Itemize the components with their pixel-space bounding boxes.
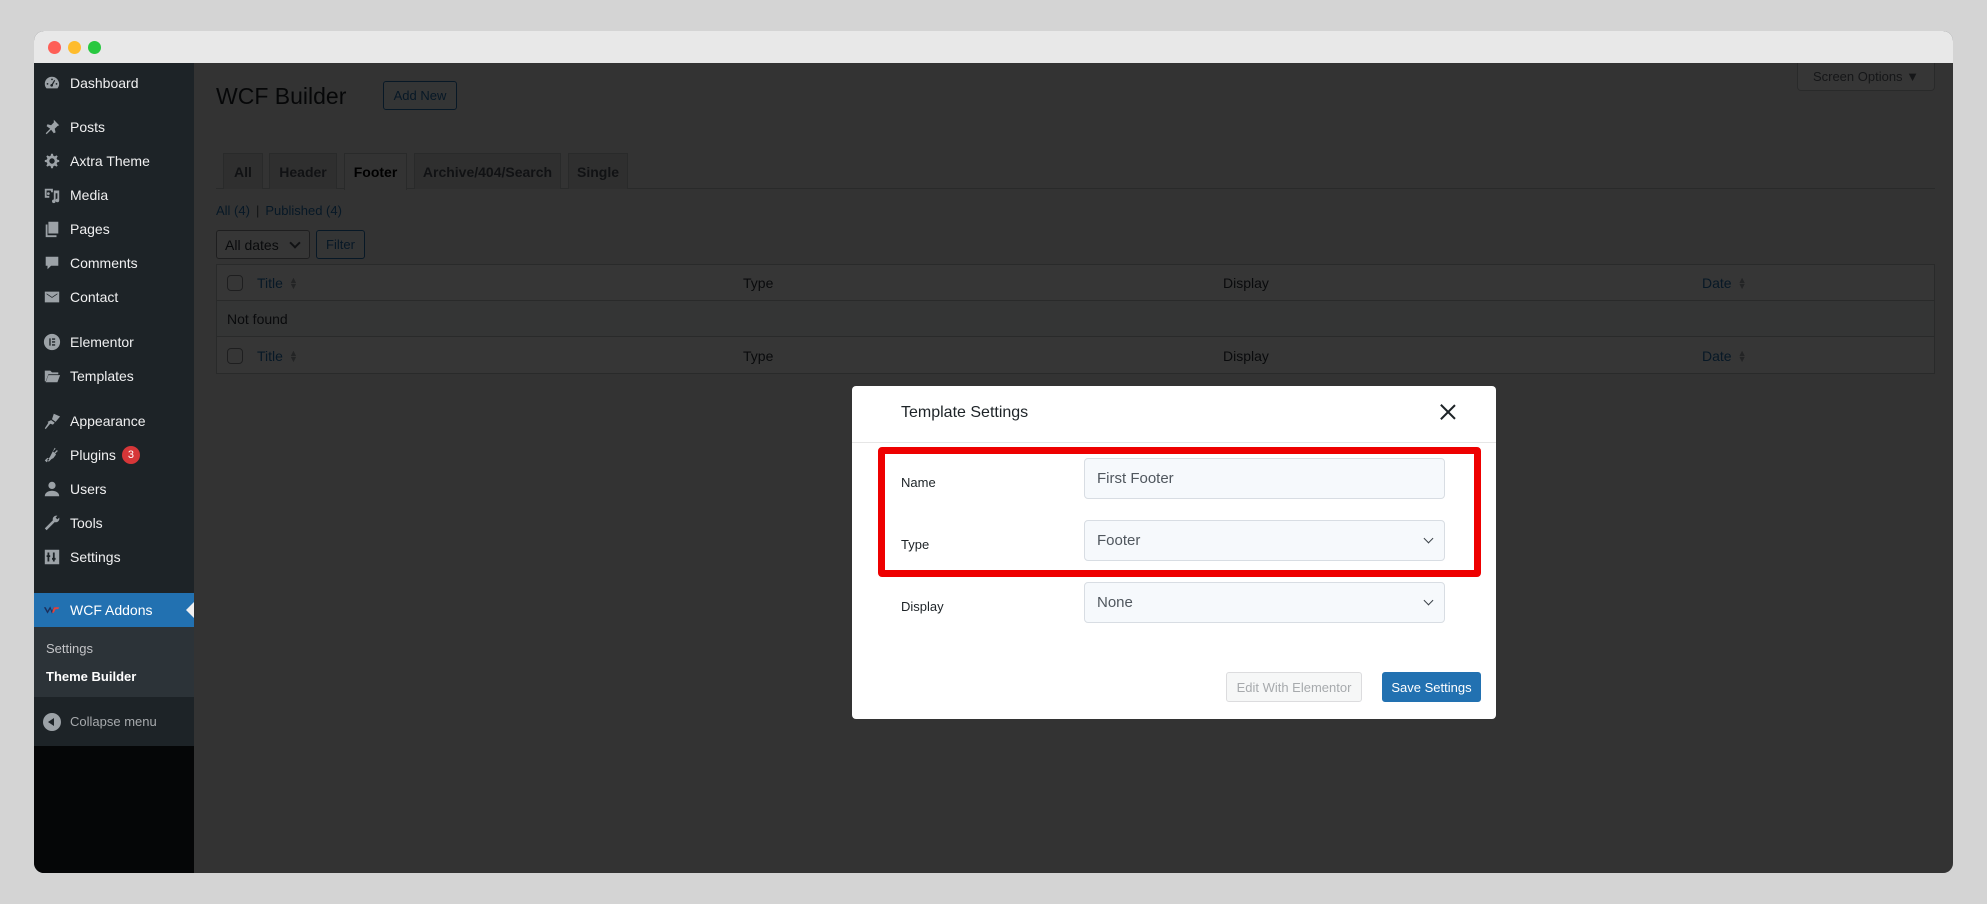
sidebar-item-comments[interactable]: Comments — [34, 246, 194, 280]
folder-icon — [42, 366, 62, 386]
browser-window: Dashboard Posts Axtra Theme Media Pages … — [34, 31, 1953, 873]
sidebar-item-label: Axtra Theme — [70, 153, 150, 169]
display-label: Display — [901, 599, 944, 614]
sidebar-item-media[interactable]: Media — [34, 178, 194, 212]
sidebar-item-pages[interactable]: Pages — [34, 212, 194, 246]
close-icon[interactable] — [1438, 402, 1458, 422]
wcf-logo-icon — [42, 600, 62, 620]
minimize-window-button[interactable] — [68, 41, 81, 54]
media-icon — [42, 185, 62, 205]
sidebar-item-label: Dashboard — [70, 75, 139, 91]
sidebar-item-tools[interactable]: Tools — [34, 506, 194, 540]
sidebar-item-label: WCF Addons — [70, 602, 153, 618]
sidebar-item-appearance[interactable]: Appearance — [34, 404, 194, 438]
user-icon — [42, 479, 62, 499]
sidebar-item-label: Posts — [70, 119, 106, 135]
elementor-icon — [42, 332, 62, 352]
name-input-value: First Footer — [1097, 470, 1174, 487]
modal-title: Template Settings — [901, 404, 1029, 421]
sidebar-item-label: Users — [70, 481, 107, 497]
type-select-value: Footer — [1097, 532, 1141, 549]
type-label: Type — [901, 537, 930, 552]
brush-icon — [42, 411, 62, 431]
template-settings-modal: Template Settings Name First Footer Type… — [852, 386, 1496, 719]
sidebar-item-users[interactable]: Users — [34, 472, 194, 506]
collapse-menu-label: Collapse menu — [70, 714, 157, 729]
sidebar-item-label: Contact — [70, 289, 119, 305]
main-content: Screen Options ▼ WCF Builder Add New All… — [194, 63, 1953, 873]
gear-icon — [42, 151, 62, 171]
modal-divider — [852, 442, 1496, 443]
dashboard-icon — [42, 73, 62, 93]
sidebar-item-label: Pages — [70, 221, 110, 237]
type-select[interactable]: Footer — [1084, 520, 1445, 561]
plug-icon — [42, 445, 62, 465]
sidebar-item-wcf-addons[interactable]: WCF Addons — [34, 593, 194, 627]
sidebar-item-plugins[interactable]: Plugins 3 — [34, 438, 194, 472]
pages-icon — [42, 219, 62, 239]
chevron-down-icon — [1423, 595, 1434, 606]
sliders-icon — [42, 547, 62, 567]
collapse-arrow-icon — [43, 712, 61, 731]
sidebar-item-contact[interactable]: Contact — [34, 280, 194, 314]
sidebar-item-posts[interactable]: Posts — [34, 110, 194, 144]
comment-icon — [42, 253, 62, 273]
name-label: Name — [901, 475, 936, 490]
admin-menu: Dashboard Posts Axtra Theme Media Pages … — [34, 63, 194, 746]
admin-sidebar: Dashboard Posts Axtra Theme Media Pages … — [34, 63, 194, 873]
window-titlebar — [34, 31, 1953, 63]
zoom-window-button[interactable] — [88, 41, 101, 54]
sidebar-item-label: Plugins — [70, 447, 116, 463]
chevron-down-icon — [1423, 533, 1434, 544]
edit-with-elementor-button[interactable]: Edit With Elementor — [1226, 672, 1362, 702]
sidebar-item-templates[interactable]: Templates — [34, 359, 194, 393]
mail-icon — [42, 287, 62, 307]
sidebar-item-label: Tools — [70, 515, 103, 531]
plugins-update-badge: 3 — [121, 446, 140, 464]
submenu-item-theme-builder[interactable]: Theme Builder — [46, 669, 136, 684]
sidebar-item-label: Comments — [70, 255, 138, 271]
sidebar-item-elementor[interactable]: Elementor — [34, 325, 194, 359]
sidebar-item-label: Elementor — [70, 334, 134, 350]
sidebar-item-label: Templates — [70, 368, 134, 384]
wrench-icon — [42, 513, 62, 533]
close-window-button[interactable] — [48, 41, 61, 54]
pin-icon — [42, 117, 62, 137]
sidebar-item-axtra-theme[interactable]: Axtra Theme — [34, 144, 194, 178]
submenu-item-settings[interactable]: Settings — [46, 641, 93, 656]
sidebar-item-settings[interactable]: Settings — [34, 540, 194, 574]
display-select-value: None — [1097, 594, 1133, 611]
sidebar-item-label: Appearance — [70, 413, 146, 429]
sidebar-item-label: Media — [70, 187, 109, 203]
save-settings-button[interactable]: Save Settings — [1382, 672, 1481, 702]
collapse-menu-button[interactable]: Collapse menu — [34, 697, 194, 746]
sidebar-item-dashboard[interactable]: Dashboard — [34, 66, 194, 100]
display-select[interactable]: None — [1084, 582, 1445, 623]
wcf-addons-submenu: Settings Theme Builder — [34, 627, 194, 697]
sidebar-item-label: Settings — [70, 549, 121, 565]
name-input[interactable]: First Footer — [1084, 458, 1445, 499]
